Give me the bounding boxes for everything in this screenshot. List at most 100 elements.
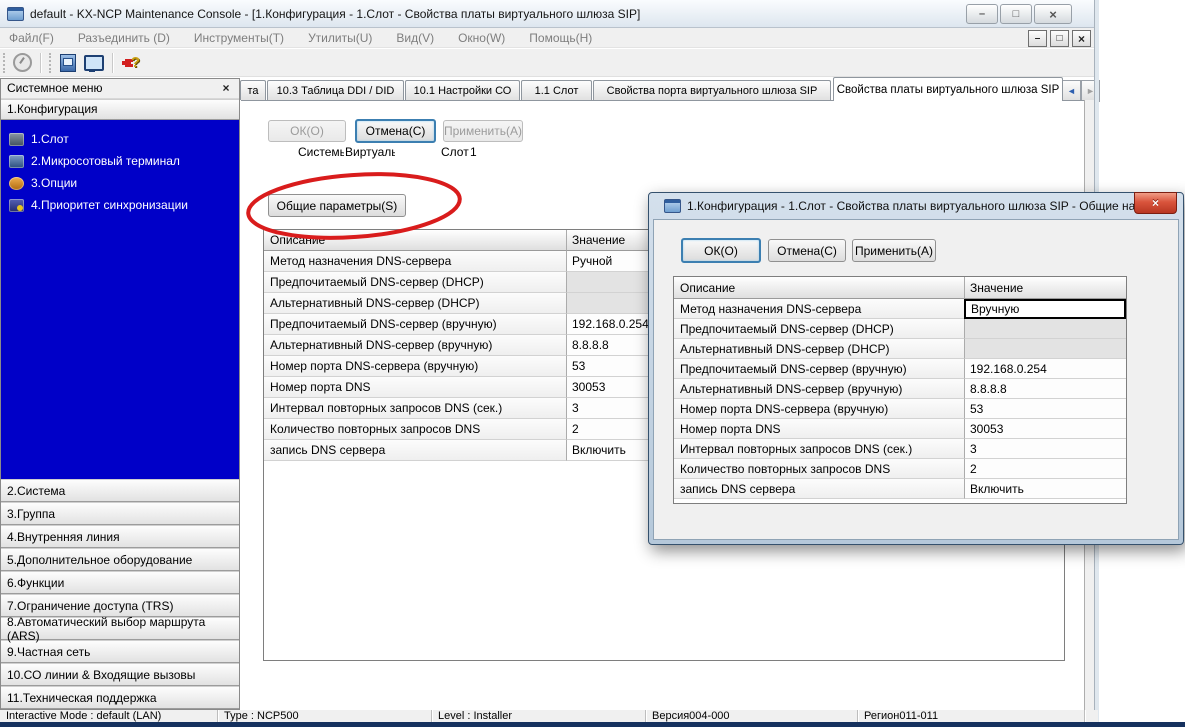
table-header-row: Описание Значение xyxy=(674,277,1126,299)
tree-item-label: 4.Приоритет синхронизации xyxy=(31,198,188,212)
dialog-title-bar: 1.Конфигурация - 1.Слот - Свойства платы… xyxy=(649,192,1183,219)
cancel-button[interactable]: Отмена(C) xyxy=(355,119,436,143)
dialog-window-icon xyxy=(664,199,681,213)
menu-item-2[interactable]: Инструменты(T) xyxy=(194,31,284,45)
sidebar-section-11[interactable]: 11.Техническая поддержка xyxy=(1,686,239,709)
value-cell[interactable] xyxy=(964,319,1126,339)
sidebar-section-6[interactable]: 6.Функции xyxy=(1,571,239,594)
value-cell[interactable]: 53 xyxy=(964,399,1126,419)
title-bar: default - KX-NCP Maintenance Console - [… xyxy=(0,0,1098,28)
close-button[interactable] xyxy=(1034,4,1072,24)
sidebar-section-2[interactable]: 2.Система xyxy=(1,479,239,502)
screen: default - KX-NCP Maintenance Console - [… xyxy=(0,0,1185,727)
handset-terminal-icon xyxy=(9,154,24,168)
value-cell[interactable]: 30053 xyxy=(964,419,1126,439)
sidebar-section-9[interactable]: 9.Частная сеть xyxy=(1,640,239,663)
system-device-icon[interactable] xyxy=(57,53,79,73)
common-parameters-button[interactable]: Общие параметры(S) xyxy=(268,194,406,217)
status-bar: Interactive Mode : default (LAN) Type : N… xyxy=(0,710,1098,722)
value-cell[interactable]: 2 xyxy=(964,459,1126,479)
sidebar-section-3[interactable]: 3.Группа xyxy=(1,502,239,525)
menu-item-0[interactable]: Файл(F) xyxy=(9,31,54,45)
tree-item-0[interactable]: 1.Слот xyxy=(1,128,239,150)
minimize-button[interactable] xyxy=(966,4,998,24)
tab-1[interactable]: 10.3 Таблица DDI / DID xyxy=(267,80,404,100)
mdi-minimize-icon[interactable] xyxy=(1028,30,1047,47)
dialog-ok-button[interactable]: ОК(O) xyxy=(681,238,761,263)
tab-scroll-left-icon[interactable] xyxy=(1062,80,1081,102)
common-parameters-dialog: 1.Конфигурация - 1.Слот - Свойства платы… xyxy=(648,192,1184,545)
value-cell[interactable]: 192.168.0.254 xyxy=(964,359,1126,379)
table-row: запись DNS сервера Включить xyxy=(674,479,1126,499)
value-cell[interactable]: Включить xyxy=(964,479,1126,499)
connect-gauge-icon[interactable] xyxy=(11,53,33,73)
desc-cell: Предпочитаемый DNS-сервер (DHCP) xyxy=(264,272,566,293)
dialog-dns-settings-table: Описание Значение Метод назначения DNS-сер… xyxy=(673,276,1127,504)
status-pane-3: Версия004-000 xyxy=(646,710,858,722)
taskbar-edge xyxy=(0,722,1185,727)
tab-5[interactable]: Свойства платы виртуального шлюза SIP xyxy=(833,77,1063,101)
desc-cell: Интервал повторных запросов DNS (сек.) xyxy=(264,398,566,419)
column-header-description: Описание xyxy=(674,277,964,299)
menu-item-6[interactable]: Помощь(H) xyxy=(529,31,592,45)
dialog-cancel-button[interactable]: Отмена(C) xyxy=(768,239,846,262)
mdi-restore-icon[interactable] xyxy=(1050,30,1069,47)
toolbar-separator xyxy=(112,52,113,73)
desc-cell: Интервал повторных запросов DNS (сек.) xyxy=(674,439,964,459)
tab-2[interactable]: 10.1 Настройки СО xyxy=(405,80,520,100)
desc-cell: Альтернативный DNS-сервер (DHCP) xyxy=(674,339,964,359)
table-row: Номер порта DNS-сервера (вручную) 53 xyxy=(674,399,1126,419)
value-cell[interactable]: 8.8.8.8 xyxy=(964,379,1126,399)
desc-cell: Альтернативный DNS-сервер (DHCP) xyxy=(264,293,566,314)
system-label: Системы xyxy=(298,145,344,159)
desc-cell: Альтернативный DNS-сервер (вручную) xyxy=(674,379,964,399)
desc-cell: Количество повторных запросов DNS xyxy=(674,459,964,479)
table-row: Предпочитаемый DNS-сервер (DHCP) xyxy=(674,319,1126,339)
menu-item-3[interactable]: Утилиты(U) xyxy=(308,31,372,45)
sidebar-section-10[interactable]: 10.СО линии & Входящие вызовы xyxy=(1,663,239,686)
sidebar-section-4[interactable]: 4.Внутренняя линия xyxy=(1,525,239,548)
desc-cell: Предпочитаемый DNS-сервер (вручную) xyxy=(674,359,964,379)
desc-cell: Номер порта DNS xyxy=(264,377,566,398)
pc-monitor-icon[interactable] xyxy=(83,53,105,73)
value-cell[interactable] xyxy=(964,339,1126,359)
toolbar-grip xyxy=(3,52,9,73)
dialog-apply-button[interactable]: Применить(A) xyxy=(852,239,936,262)
slot-card-icon xyxy=(9,132,24,146)
table-row: Метод назначения DNS-сервера Вручную xyxy=(674,299,1126,319)
mdi-close-icon[interactable] xyxy=(1072,30,1091,47)
tree-item-2[interactable]: 3.Опции xyxy=(1,172,239,194)
table-row: Количество повторных запросов DNS 2 xyxy=(674,459,1126,479)
table-row: Интервал повторных запросов DNS (сек.) 3 xyxy=(674,439,1126,459)
tab-0[interactable]: та xyxy=(240,80,266,100)
table-row: Предпочитаемый DNS-сервер (вручную) 192.1… xyxy=(674,359,1126,379)
system-menu-panel: Системное меню 1.Конфигурация 1.Слот 2.Ми… xyxy=(0,78,240,710)
tab-4[interactable]: Свойства порта виртуального шлюза SIP xyxy=(593,80,831,100)
table-row: Альтернативный DNS-сервер (DHCP) xyxy=(674,339,1126,359)
toolbar-separator xyxy=(40,52,41,73)
menu-item-1[interactable]: Разъединить (D) xyxy=(78,31,170,45)
status-pane-2: Level : Installer xyxy=(432,710,646,722)
desc-cell: Альтернативный DNS-сервер (вручную) xyxy=(264,335,566,356)
system-menu-header: Системное меню xyxy=(1,79,239,99)
sidebar-close-icon[interactable] xyxy=(219,81,233,95)
maximize-button[interactable] xyxy=(1000,4,1032,24)
sidebar-section-8[interactable]: 8.Автоматический выбор маршрута (ARS) xyxy=(1,615,239,643)
column-header-description: Описание xyxy=(264,230,566,251)
menu-item-5[interactable]: Окно(W) xyxy=(458,31,505,45)
virtual-label: Виртуальный xyxy=(345,145,395,159)
dialog-close-button[interactable] xyxy=(1134,192,1177,214)
sync-clock-icon xyxy=(9,198,24,212)
desc-cell: Номер порта DNS xyxy=(674,419,964,439)
value-cell[interactable]: Вручную xyxy=(964,299,1126,319)
sidebar-section-5[interactable]: 5.Дополнительное оборудование xyxy=(1,548,239,571)
sidebar-section-configuration[interactable]: 1.Конфигурация xyxy=(1,98,239,120)
menu-item-4[interactable]: Вид(V) xyxy=(396,31,434,45)
tree-item-label: 2.Микросотовый терминал xyxy=(31,154,180,168)
tree-item-1[interactable]: 2.Микросотовый терминал xyxy=(1,150,239,172)
value-cell[interactable]: 3 xyxy=(964,439,1126,459)
tree-item-3[interactable]: 4.Приоритет синхронизации xyxy=(1,194,239,216)
desc-cell: Метод назначения DNS-сервера xyxy=(264,251,566,272)
help-icon[interactable] xyxy=(120,53,142,73)
tab-3[interactable]: 1.1 Слот xyxy=(521,80,592,100)
